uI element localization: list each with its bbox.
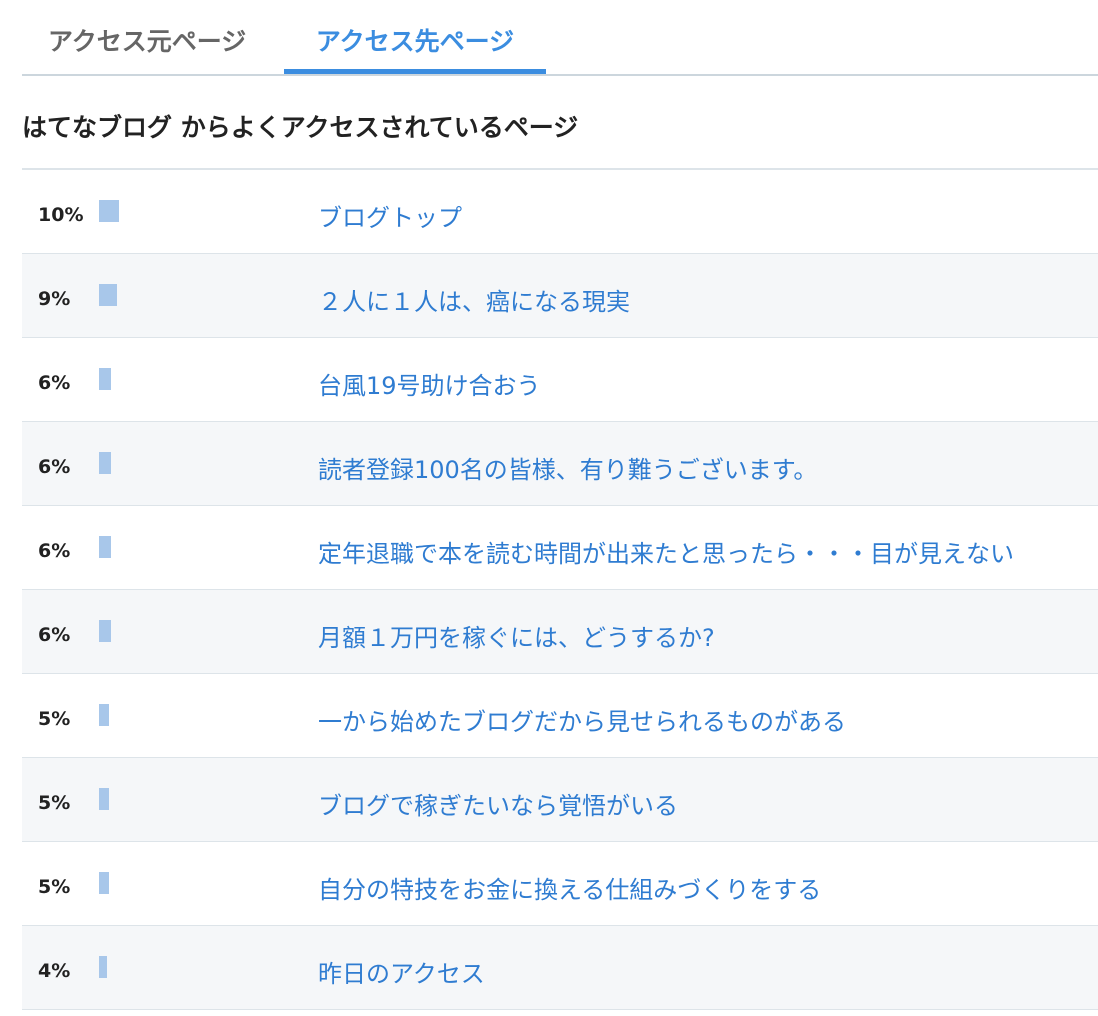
list-item: 6% 月額１万円を稼ぐには、どうするか?	[22, 590, 1098, 674]
percent-bar	[99, 452, 111, 474]
section-heading: はてなブログ からよくアクセスされているページ	[22, 113, 579, 142]
page-link[interactable]: 定年退職で本を読む時間が出来たと思ったら・・・目が見えない	[318, 534, 1014, 569]
percent-bar	[99, 200, 119, 222]
list-item: 6% 定年退職で本を読む時間が出来たと思ったら・・・目が見えない	[22, 506, 1098, 590]
list-item: 9% ２人に１人は、癌になる現実	[22, 254, 1098, 338]
percent-bar	[99, 536, 111, 558]
percent-label: 6%	[38, 456, 71, 478]
percent-label: 6%	[38, 624, 71, 646]
tab-access-source[interactable]: アクセス元ページ	[48, 22, 246, 74]
percent-bar	[99, 788, 109, 810]
percent-label: 5%	[38, 708, 71, 730]
percent-bar	[99, 704, 109, 726]
list-item: 4% 昨日のアクセス	[22, 926, 1098, 1010]
page-list: 10% ブログトップ 9% ２人に１人は、癌になる現実 6% 台風19号助け合お…	[22, 168, 1098, 1010]
page-link[interactable]: 一から始めたブログだから見せられるものがある	[318, 702, 846, 737]
list-item: 5% 一から始めたブログだから見せられるものがある	[22, 674, 1098, 758]
percent-label: 6%	[38, 540, 71, 562]
percent-bar	[99, 284, 117, 306]
percent-label: 10%	[38, 204, 84, 226]
page-link[interactable]: 読者登録100名の皆様、有り難うございます。	[318, 450, 817, 485]
percent-label: 9%	[38, 288, 71, 310]
percent-label: 5%	[38, 792, 71, 814]
percent-label: 5%	[38, 876, 71, 898]
list-item: 6% 読者登録100名の皆様、有り難うございます。	[22, 422, 1098, 506]
percent-bar	[99, 620, 111, 642]
percent-label: 6%	[38, 372, 71, 394]
percent-label: 4%	[38, 960, 71, 982]
page-link[interactable]: 月額１万円を稼ぐには、どうするか?	[318, 618, 715, 653]
page-link[interactable]: ブログトップ	[318, 198, 462, 233]
tab-bar: アクセス元ページ アクセス先ページ	[22, 0, 1098, 76]
list-item: 5% ブログで稼ぎたいなら覚悟がいる	[22, 758, 1098, 842]
page-link[interactable]: 自分の特技をお金に換える仕組みづくりをする	[318, 870, 821, 905]
percent-bar	[99, 956, 107, 978]
list-item: 5% 自分の特技をお金に換える仕組みづくりをする	[22, 842, 1098, 926]
percent-bar	[99, 872, 109, 894]
page-link[interactable]: ブログで稼ぎたいなら覚悟がいる	[318, 786, 678, 821]
tab-access-destination[interactable]: アクセス先ページ	[284, 22, 546, 74]
list-item: 10% ブログトップ	[22, 170, 1098, 254]
list-item: 6% 台風19号助け合おう	[22, 338, 1098, 422]
percent-bar	[99, 368, 111, 390]
page-link[interactable]: 台風19号助け合おう	[318, 366, 541, 401]
page-link[interactable]: 昨日のアクセス	[318, 954, 485, 989]
page-link[interactable]: ２人に１人は、癌になる現実	[318, 282, 630, 317]
